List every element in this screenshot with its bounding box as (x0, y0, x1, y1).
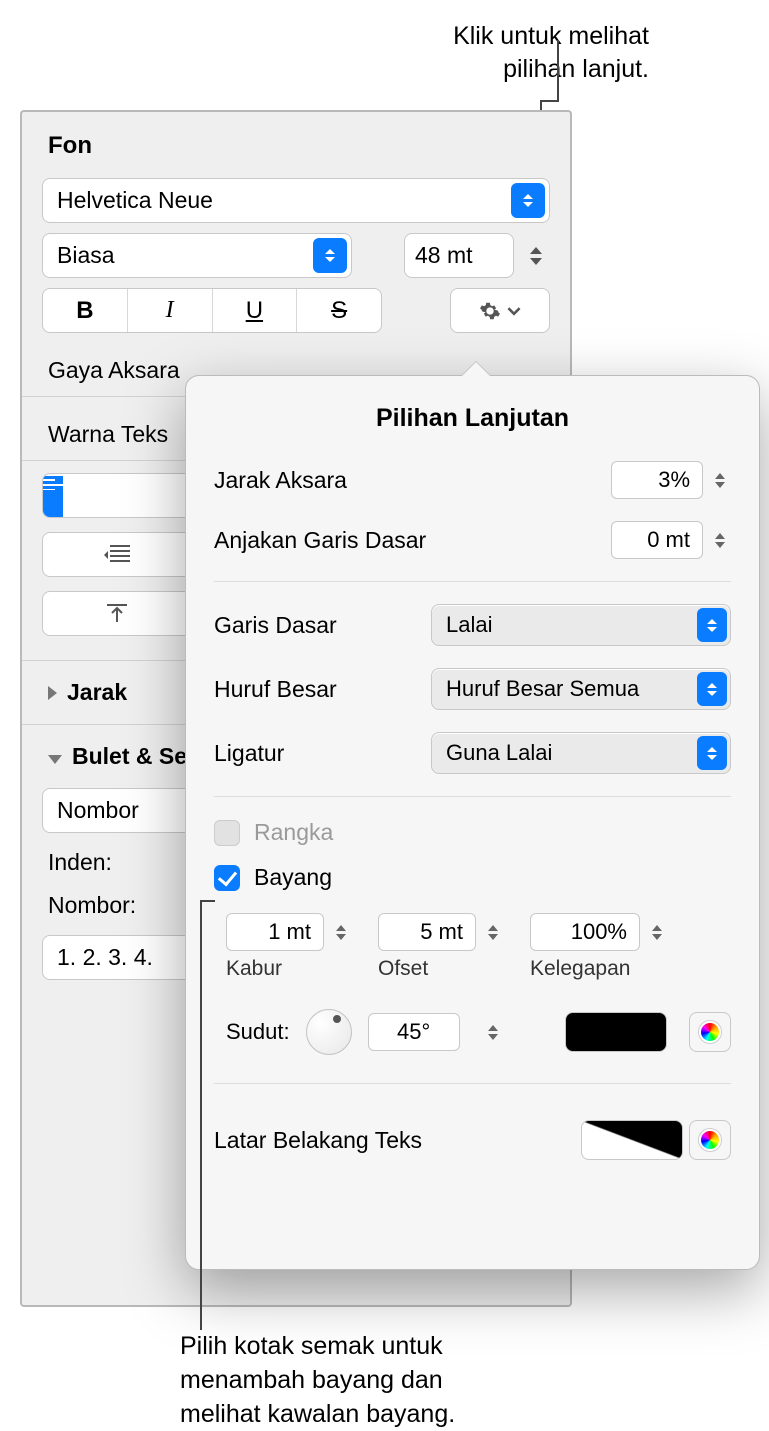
baseline-shift-label: Anjakan Garis Dasar (214, 527, 611, 554)
baseline-label: Garis Dasar (214, 612, 431, 639)
callout-shadow-checkbox: Pilih kotak semak untuk menambah bayang … (180, 1330, 455, 1431)
text-style-segment: B I U S (42, 288, 382, 333)
triangle-down-icon (48, 743, 62, 770)
underline-button[interactable]: U (213, 289, 298, 332)
font-section-title: Fon (42, 132, 550, 160)
font-size-value: 48 mt (415, 242, 473, 269)
shadow-label: Bayang (254, 864, 332, 891)
caps-label: Huruf Besar (214, 676, 431, 703)
callout-leader-line (557, 40, 559, 100)
caps-value: Huruf Besar Semua (446, 676, 639, 702)
chevron-updown-icon (511, 183, 545, 218)
char-spacing-label: Jarak Aksara (214, 467, 611, 494)
shadow-color-picker-button[interactable] (689, 1012, 731, 1052)
number-label: Nombor: (48, 892, 136, 919)
callout-leader-line (200, 900, 215, 902)
caps-select[interactable]: Huruf Besar Semua (431, 668, 731, 710)
outline-label: Rangka (254, 819, 333, 846)
chevron-updown-icon (313, 238, 347, 273)
callout-advanced-options: Klik untuk melihat pilihan lanjut. (453, 20, 649, 85)
shadow-angle-stepper[interactable] (482, 1013, 504, 1051)
baseline-value: Lalai (446, 612, 492, 638)
align-left-button[interactable] (43, 474, 63, 517)
char-spacing-value: 3% (658, 467, 690, 493)
outline-checkbox[interactable] (214, 820, 240, 846)
shadow-opacity-value: 100% (571, 919, 627, 945)
align-left-icon (43, 474, 63, 490)
divider (214, 1083, 731, 1084)
font-style-value: Biasa (57, 242, 115, 269)
chevron-down-icon (530, 258, 542, 265)
gear-icon (479, 300, 501, 322)
font-family-select[interactable]: Helvetica Neue (42, 178, 550, 223)
baseline-shift-field[interactable]: 0 mt (611, 521, 703, 559)
ligature-label: Ligatur (214, 740, 431, 767)
font-style-select[interactable]: Biasa (42, 233, 352, 278)
ligature-select[interactable]: Guna Lalai (431, 732, 731, 774)
chevron-updown-icon (697, 736, 727, 770)
shadow-offset-field[interactable]: 5 mt (378, 913, 476, 951)
baseline-shift-value: 0 mt (647, 527, 690, 553)
valign-top-icon (105, 602, 129, 626)
shadow-blur-stepper[interactable] (330, 913, 352, 951)
shadow-blur-label: Kabur (226, 957, 282, 981)
spacing-label: Jarak (67, 679, 127, 706)
text-background-label: Latar Belakang Teks (214, 1127, 422, 1154)
ligature-value: Guna Lalai (446, 740, 552, 766)
font-size-stepper[interactable] (522, 233, 550, 278)
shadow-offset-value: 5 mt (420, 919, 463, 945)
chevron-down-icon (507, 304, 521, 318)
chevron-up-icon (715, 533, 725, 539)
advanced-options-button[interactable] (450, 288, 550, 333)
triangle-right-icon (48, 679, 57, 706)
char-spacing-field[interactable]: 3% (611, 461, 703, 499)
indent-button[interactable] (42, 532, 192, 577)
baseline-shift-stepper[interactable] (709, 521, 731, 559)
shadow-opacity-stepper[interactable] (646, 913, 668, 951)
shadow-color-well[interactable] (565, 1012, 667, 1052)
callout-leader-line (540, 100, 559, 102)
chevron-down-icon (715, 542, 725, 548)
text-bg-color-picker-button[interactable] (689, 1120, 731, 1160)
vertical-align-top-button[interactable] (42, 591, 192, 636)
shadow-controls: 1 mt Kabur 5 mt Ofset 100% Kelegapa (226, 909, 731, 981)
indent-icon (104, 545, 130, 565)
shadow-blur-value: 1 mt (268, 919, 311, 945)
shadow-opacity-field[interactable]: 100% (530, 913, 640, 951)
callout-leader-line (200, 900, 202, 1330)
shadow-angle-label: Sudut: (226, 1019, 290, 1045)
italic-button[interactable]: I (128, 289, 213, 332)
baseline-select[interactable]: Lalai (431, 604, 731, 646)
divider (214, 581, 731, 582)
advanced-options-popover: Pilihan Lanjutan Jarak Aksara 3% Anjakan… (185, 375, 760, 1270)
shadow-offset-label: Ofset (378, 957, 428, 981)
chevron-updown-icon (697, 608, 727, 642)
numbering-format-value: 1. 2. 3. 4. (57, 944, 153, 971)
strikethrough-button[interactable]: S (297, 289, 381, 332)
list-type-value: Nombor (57, 797, 139, 824)
shadow-angle-dial[interactable] (306, 1009, 352, 1055)
color-wheel-icon (699, 1129, 721, 1151)
popover-title: Pilihan Lanjutan (214, 404, 731, 433)
font-size-field[interactable]: 48 mt (404, 233, 514, 278)
shadow-checkbox[interactable] (214, 865, 240, 891)
bullets-label: Bulet & Se (72, 743, 187, 770)
chevron-down-icon (715, 482, 725, 488)
chevron-updown-icon (697, 672, 727, 706)
shadow-offset-stepper[interactable] (482, 913, 504, 951)
bold-button[interactable]: B (43, 289, 128, 332)
indent-label: Inden: (48, 849, 112, 876)
divider (214, 796, 731, 797)
shadow-angle-field[interactable]: 45° (368, 1013, 460, 1051)
color-wheel-icon (699, 1021, 721, 1043)
char-spacing-stepper[interactable] (709, 461, 731, 499)
shadow-angle-value: 45° (397, 1019, 430, 1045)
text-bg-color-well[interactable] (581, 1120, 683, 1160)
font-family-value: Helvetica Neue (57, 187, 213, 214)
chevron-up-icon (530, 247, 542, 254)
chevron-up-icon (715, 473, 725, 479)
shadow-opacity-label: Kelegapan (530, 957, 630, 981)
shadow-blur-field[interactable]: 1 mt (226, 913, 324, 951)
